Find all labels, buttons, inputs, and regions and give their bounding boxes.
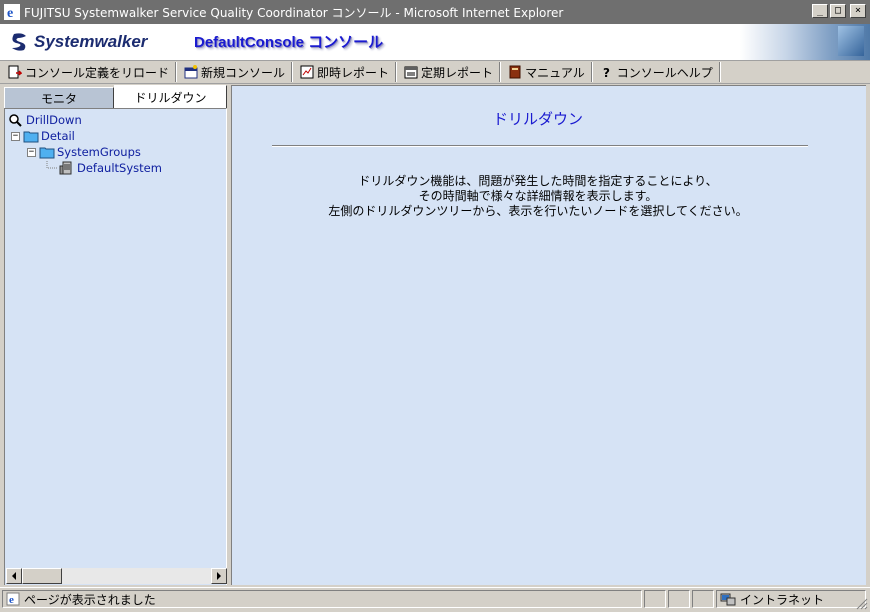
- arrow-right-icon: [217, 572, 221, 580]
- tree-node-drilldown[interactable]: DrillDown: [8, 113, 82, 127]
- divider: [272, 145, 808, 147]
- tree-connector-icon: [46, 161, 57, 169]
- description-line: 左側のドリルダウンツリーから、表示を行いたいノードを選択してください。: [328, 204, 748, 218]
- status-cell: [644, 590, 666, 608]
- intranet-icon: [720, 593, 736, 606]
- reload-definition-button[interactable]: コンソール定義をリロード: [0, 62, 177, 82]
- description-line: その時間軸で様々な詳細情報を表示します。: [418, 189, 658, 203]
- content-pane: ドリルダウン ドリルダウン機能は、問題が発生した時間を指定することにより、 その…: [231, 85, 866, 585]
- systemwalker-logo-icon: [12, 33, 26, 51]
- new-console-icon: [184, 65, 198, 79]
- arrow-left-icon: [12, 572, 16, 580]
- scroll-thumb[interactable]: [22, 568, 62, 584]
- navigation-panel: モニタ ドリルダウン DrillDown − Detail − SystemGr…: [4, 85, 227, 585]
- new-console-label: 新規コンソール: [201, 65, 286, 80]
- instant-report-icon: [300, 65, 314, 79]
- folder-icon: [39, 147, 55, 159]
- svg-text:?: ?: [603, 66, 610, 79]
- tree-node-label: DrillDown: [26, 113, 82, 127]
- collapse-toggle[interactable]: −: [27, 147, 36, 157]
- header-banner: Systemwalker DefaultConsole コンソール: [0, 24, 870, 61]
- window-title: FUJITSU Systemwalker Service Quality Coo…: [24, 5, 564, 20]
- tree-node-label: SystemGroups: [57, 145, 141, 159]
- status-message: ページが表示されました: [24, 592, 156, 607]
- horizontal-scrollbar[interactable]: [6, 568, 227, 584]
- content-title: ドリルダウン: [492, 110, 583, 128]
- banner-graphic: [740, 24, 870, 60]
- scheduled-report-label: 定期レポート: [421, 65, 494, 80]
- tree-node-systemgroups[interactable]: − SystemGroups: [27, 145, 141, 159]
- help-icon: ?: [603, 66, 610, 79]
- window-title-bar: e FUJITSU Systemwalker Service Quality C…: [0, 0, 870, 24]
- new-console-button[interactable]: 新規コンソール: [176, 62, 293, 82]
- tab-drilldown[interactable]: ドリルダウン: [114, 85, 227, 109]
- resize-grip-icon[interactable]: [856, 598, 868, 610]
- tree-node-detail[interactable]: − Detail: [11, 129, 75, 143]
- toolbar: コンソール定義をリロード 新規コンソール 即時レポート 定期レポート マニュアル: [0, 61, 870, 84]
- collapse-toggle[interactable]: −: [11, 131, 20, 141]
- logo-text: Systemwalker: [34, 32, 148, 51]
- scroll-left-button[interactable]: [6, 568, 22, 584]
- reload-definition-icon: [8, 65, 22, 79]
- status-cell: [692, 590, 714, 608]
- status-cell: [668, 590, 690, 608]
- instant-report-label: 即時レポート: [317, 65, 390, 80]
- tree-node-label: DefaultSystem: [77, 161, 162, 175]
- description-line: ドリルダウン機能は、問題が発生した時間を指定することにより、: [358, 174, 718, 188]
- manual-book-icon: [509, 65, 521, 79]
- console-help-label: コンソールヘルプ: [616, 65, 713, 80]
- console-help-button[interactable]: ? コンソールヘルプ: [592, 62, 720, 82]
- manual-button[interactable]: マニュアル: [500, 62, 592, 82]
- console-title: DefaultConsole コンソール: [194, 34, 384, 51]
- tree-node-label: Detail: [41, 129, 75, 143]
- tree-node-defaultsystem[interactable]: DefaultSystem: [45, 161, 162, 175]
- content-description: ドリルダウン機能は、問題が発生した時間を指定することにより、 その時間軸で様々な…: [232, 174, 844, 219]
- status-message-cell: e ページが表示されました: [2, 590, 642, 608]
- manual-label: マニュアル: [525, 65, 585, 80]
- instant-report-button[interactable]: 即時レポート: [292, 62, 397, 82]
- server-icon: [59, 161, 72, 175]
- internet-explorer-icon: e: [4, 4, 20, 20]
- tab-monitor[interactable]: モニタ: [4, 87, 114, 108]
- drilldown-tree: DrillDown − Detail − SystemGroups Defaul…: [4, 108, 227, 585]
- systemwalker-logo: Systemwalker: [10, 32, 147, 52]
- page-loaded-icon: e: [6, 592, 20, 606]
- scroll-right-button[interactable]: [211, 568, 227, 584]
- svg-text:e: e: [7, 6, 13, 20]
- magnifier-icon: [9, 114, 22, 127]
- minimize-button[interactable]: _: [812, 4, 828, 18]
- panel-tabs: モニタ ドリルダウン: [4, 85, 227, 109]
- security-zone[interactable]: イントラネット: [716, 590, 866, 608]
- folder-icon: [23, 131, 39, 143]
- maximize-button[interactable]: □: [830, 4, 846, 18]
- scheduled-report-icon: [404, 66, 418, 79]
- reload-definition-label: コンソール定義をリロード: [25, 65, 170, 80]
- zone-label: イントラネット: [740, 592, 825, 607]
- status-bar: e ページが表示されました イントラネット: [0, 587, 870, 612]
- scheduled-report-button[interactable]: 定期レポート: [396, 62, 501, 82]
- close-button[interactable]: ×: [850, 4, 866, 18]
- svg-text:e: e: [9, 594, 14, 606]
